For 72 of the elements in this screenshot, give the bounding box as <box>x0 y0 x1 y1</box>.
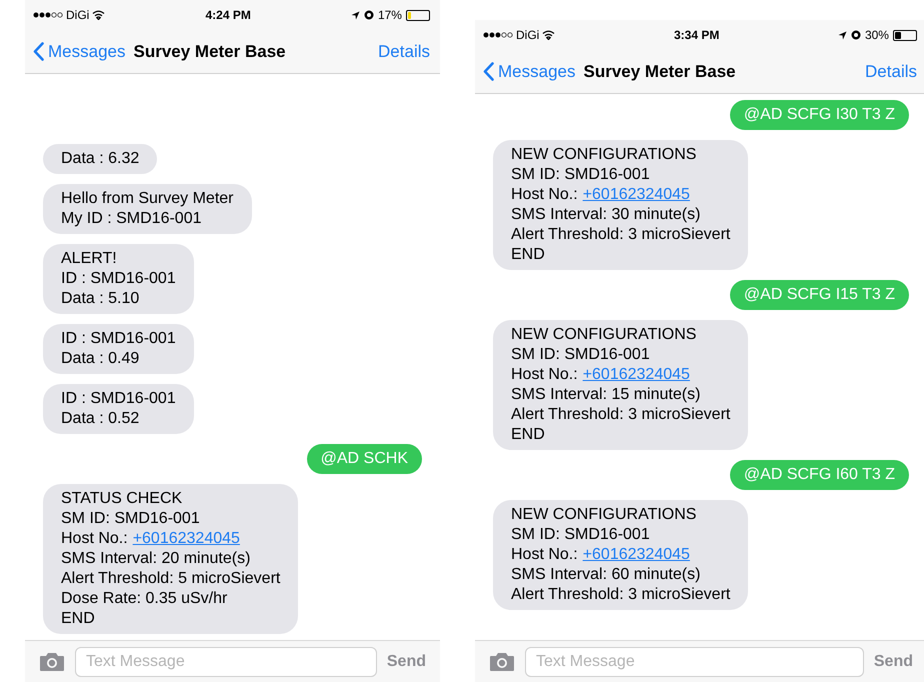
phone-number-link[interactable]: +60162324045 <box>582 365 690 385</box>
signal-icon <box>33 12 63 18</box>
back-chevron-icon <box>33 42 44 61</box>
send-button[interactable]: Send <box>874 650 913 674</box>
message-text: SM ID: SMD16-001 <box>511 345 650 365</box>
message-text: SM ID: SMD16-001 <box>511 525 650 545</box>
message-text: END <box>511 425 545 445</box>
status-time: 4:24 PM <box>205 7 251 24</box>
message-text: ID : SMD16-001 <box>61 329 176 349</box>
message-text: Data : 5.10 <box>61 289 140 309</box>
message-text: Host No.: <box>61 529 128 549</box>
message-text: @AD SCFG I15 T3 Z <box>744 285 895 305</box>
message-text: SMS Interval: 15 minute(s) <box>511 385 700 405</box>
battery-percent: 30% <box>864 27 889 44</box>
message-text: Host No.: <box>511 545 578 565</box>
send-button[interactable]: Send <box>386 650 426 674</box>
carrier-name: DiGi <box>66 7 90 24</box>
message-text: END <box>511 245 545 265</box>
battery-icon <box>406 10 430 20</box>
conversation-title: Survey Meter Base <box>583 60 737 83</box>
back-chevron-icon <box>483 62 494 81</box>
carrier-name: DiGi <box>516 27 540 44</box>
phone-number-link[interactable]: +60162324045 <box>132 529 240 549</box>
status-time: 3:34 PM <box>674 27 720 44</box>
message-text: END <box>61 609 95 629</box>
camera-icon <box>39 652 65 672</box>
message-text: Host No.: <box>511 185 578 205</box>
signal-icon <box>483 32 513 38</box>
location-arrow-icon <box>350 10 360 20</box>
message-input-field[interactable]: Text Message <box>75 646 377 676</box>
message-text: SMS Interval: 60 minute(s) <box>511 565 700 585</box>
message-text: NEW CONFIGURATIONS <box>511 505 696 525</box>
message-text: NEW CONFIGURATIONS <box>511 325 696 345</box>
message-text: SMS Interval: 20 minute(s) <box>61 549 250 569</box>
message-text: ALERT! <box>61 249 117 269</box>
back-button[interactable]: Messages <box>483 58 576 84</box>
message-text: ID : SMD16-001 <box>61 389 176 409</box>
alarm-icon <box>850 30 861 40</box>
message-text: STATUS CHECK <box>61 489 182 509</box>
message-text: My ID : SMD16-001 <box>61 209 202 229</box>
message-text: Host No.: <box>511 365 578 385</box>
alarm-icon <box>364 10 374 20</box>
details-button[interactable]: Details <box>865 58 919 84</box>
phone-number-link[interactable]: +60162324045 <box>582 545 690 565</box>
message-input-field[interactable]: Text Message <box>525 646 864 676</box>
message-text: Dose Rate: 0.35 uSv/hr <box>61 589 228 609</box>
message-text: Data : 6.32 <box>61 149 140 169</box>
location-arrow-icon <box>838 30 847 40</box>
details-button[interactable]: Details <box>378 38 432 64</box>
message-text: Data : 0.49 <box>61 349 140 369</box>
message-text: Alert Threshold: 5 microSievert <box>61 569 280 589</box>
wifi-icon <box>92 10 106 20</box>
back-button[interactable]: Messages <box>33 38 126 64</box>
message-text: Alert Threshold: 3 microSievert <box>511 225 730 245</box>
message-text: SM ID: SMD16-001 <box>61 509 200 529</box>
wifi-icon <box>542 30 556 40</box>
message-text: Alert Threshold: 3 microSievert <box>511 585 730 605</box>
message-text: SMS Interval: 30 minute(s) <box>511 205 700 225</box>
phone-number-link[interactable]: +60162324045 <box>582 185 690 205</box>
battery-icon <box>892 30 917 40</box>
battery-percent: 17% <box>378 7 402 24</box>
conversation-title: Survey Meter Base <box>133 40 287 63</box>
message-text: ID : SMD16-001 <box>61 269 176 289</box>
camera-icon <box>489 652 515 672</box>
message-text: @AD SCFG I30 T3 Z <box>744 105 895 125</box>
message-text: @AD SCFG I60 T3 Z <box>744 465 895 485</box>
message-text: SM ID: SMD16-001 <box>511 165 650 185</box>
message-text: Alert Threshold: 3 microSievert <box>511 405 730 425</box>
message-text: NEW CONFIGURATIONS <box>511 145 696 165</box>
message-text: Hello from Survey Meter <box>61 189 234 209</box>
message-text: @AD SCHK <box>320 449 408 469</box>
message-text: Data : 0.52 <box>61 409 140 429</box>
